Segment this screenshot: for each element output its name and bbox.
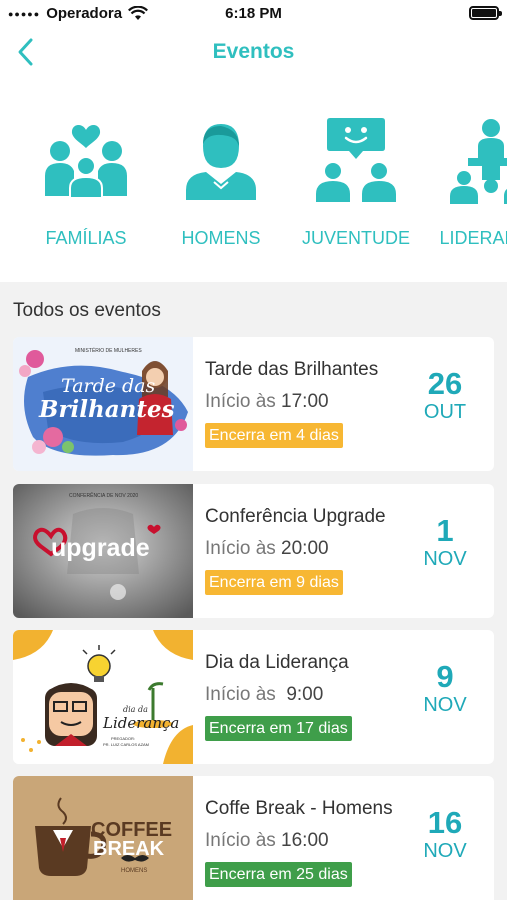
event-day: 26 (427, 366, 463, 401)
start-label: Início às (205, 684, 276, 705)
section-title: Todos os eventos (13, 300, 161, 321)
start-time: 16:00 (281, 830, 329, 851)
event-card[interactable]: CONFERÊNCIA DE NOV 2020 upgrade Conferên… (13, 484, 494, 618)
banner-word: upgrade (51, 534, 150, 562)
page-title: Eventos (212, 40, 295, 63)
ends-in-badge: Encerra em 25 dias (205, 862, 352, 887)
event-month: NOV (423, 694, 467, 716)
category-label: FAMÍLIAS (45, 228, 127, 248)
event-banner-image: MINISTÉRIO DE MULHERES Tarde das Brilhan… (13, 337, 193, 471)
family-icon (45, 124, 127, 199)
event-card[interactable]: MINISTÉRIO DE MULHERES Tarde das Brilhan… (13, 337, 494, 471)
event-card[interactable]: dia da Liderança PREGADOR: PR. LUIZ CARL… (13, 630, 494, 764)
event-date: 9 NOV (410, 659, 480, 717)
category-label: LIDERANÇA (439, 228, 507, 248)
event-date: 26 OUT (410, 366, 480, 424)
banner-sub: HOMENS (121, 868, 147, 874)
event-start: Início às 20:00 (205, 538, 329, 560)
event-name: Tarde das Brilhantes (205, 359, 379, 380)
event-day: 1 (436, 513, 454, 548)
navigation-bar: Eventos (0, 28, 507, 78)
banner-title-line1: Tarde das (61, 375, 156, 397)
event-day: 9 (436, 659, 454, 694)
banner-org-text: MINISTÉRIO DE MULHERES (75, 347, 142, 354)
banner-title-line2: Brilhantes (38, 396, 175, 423)
banner-sub1: PREGADOR: (111, 736, 135, 741)
event-start: Início às 17:00 (205, 391, 329, 413)
category-label: JUVENTUDE (301, 228, 410, 248)
start-label: Início às (205, 830, 276, 851)
banner-title-line2: Liderança (102, 714, 179, 732)
start-label: Início às (205, 391, 276, 412)
category-carousel[interactable]: FAMÍLIAS HOMENS JUVENTUDE LIDERA (0, 78, 507, 282)
start-time: 17:00 (281, 391, 329, 412)
event-name: Coffe Break - Homens (205, 798, 393, 819)
banner-title-line2: BREAK (93, 838, 165, 860)
event-month: OUT (423, 401, 467, 423)
category-familias[interactable]: FAMÍLIAS (16, 116, 156, 249)
status-bar: ●●●●● Operadora 6:18 PM (0, 0, 507, 28)
event-date: 1 NOV (410, 513, 480, 571)
category-homens[interactable]: HOMENS (151, 116, 291, 249)
event-date: 16 NOV (410, 805, 480, 863)
event-banner-image: COFFEE BREAK HOMENS (13, 776, 193, 900)
ends-in-badge: Encerra em 4 dias (205, 423, 343, 448)
battery-icon (469, 6, 502, 20)
event-thumbnail: CONFERÊNCIA DE NOV 2020 upgrade (13, 484, 193, 618)
clock: 6:18 PM (225, 5, 282, 22)
event-month: NOV (423, 840, 467, 862)
event-start: Início às 9:00 (205, 684, 323, 706)
start-time: 20:00 (281, 538, 329, 559)
ends-in-badge: Encerra em 17 dias (205, 716, 352, 741)
banner-title-line1: dia da (123, 705, 148, 714)
event-thumbnail: dia da Liderança PREGADOR: PR. LUIZ CARL… (13, 630, 193, 764)
event-day: 16 (427, 805, 463, 840)
event-banner-image: CONFERÊNCIA DE NOV 2020 upgrade (13, 484, 193, 618)
event-card[interactable]: COFFEE BREAK HOMENS Coffe Break - Homens… (13, 776, 494, 900)
banner-org-text: CONFERÊNCIA DE NOV 2020 (69, 491, 138, 499)
category-label: HOMENS (181, 228, 261, 248)
event-banner-image: dia da Liderança PREGADOR: PR. LUIZ CARL… (13, 630, 193, 764)
event-month: NOV (423, 548, 467, 570)
event-thumbnail: COFFEE BREAK HOMENS (13, 776, 193, 900)
category-lideranca[interactable]: LIDERANÇA (421, 116, 507, 249)
event-start: Início às 16:00 (205, 830, 329, 852)
event-thumbnail: MINISTÉRIO DE MULHERES Tarde das Brilhan… (13, 337, 193, 471)
leadership-podium-icon (450, 119, 507, 204)
ends-in-badge: Encerra em 9 dias (205, 570, 343, 595)
category-juventude[interactable]: JUVENTUDE (286, 116, 426, 249)
banner-sub2: PR. LUIZ CARLOS AZAM (103, 742, 149, 747)
man-icon (186, 124, 256, 200)
event-name: Dia da Liderança (205, 652, 349, 673)
youth-chat-icon (316, 118, 396, 202)
start-time: 9:00 (281, 684, 324, 705)
start-label: Início às (205, 538, 276, 559)
event-name: Conferência Upgrade (205, 506, 386, 527)
